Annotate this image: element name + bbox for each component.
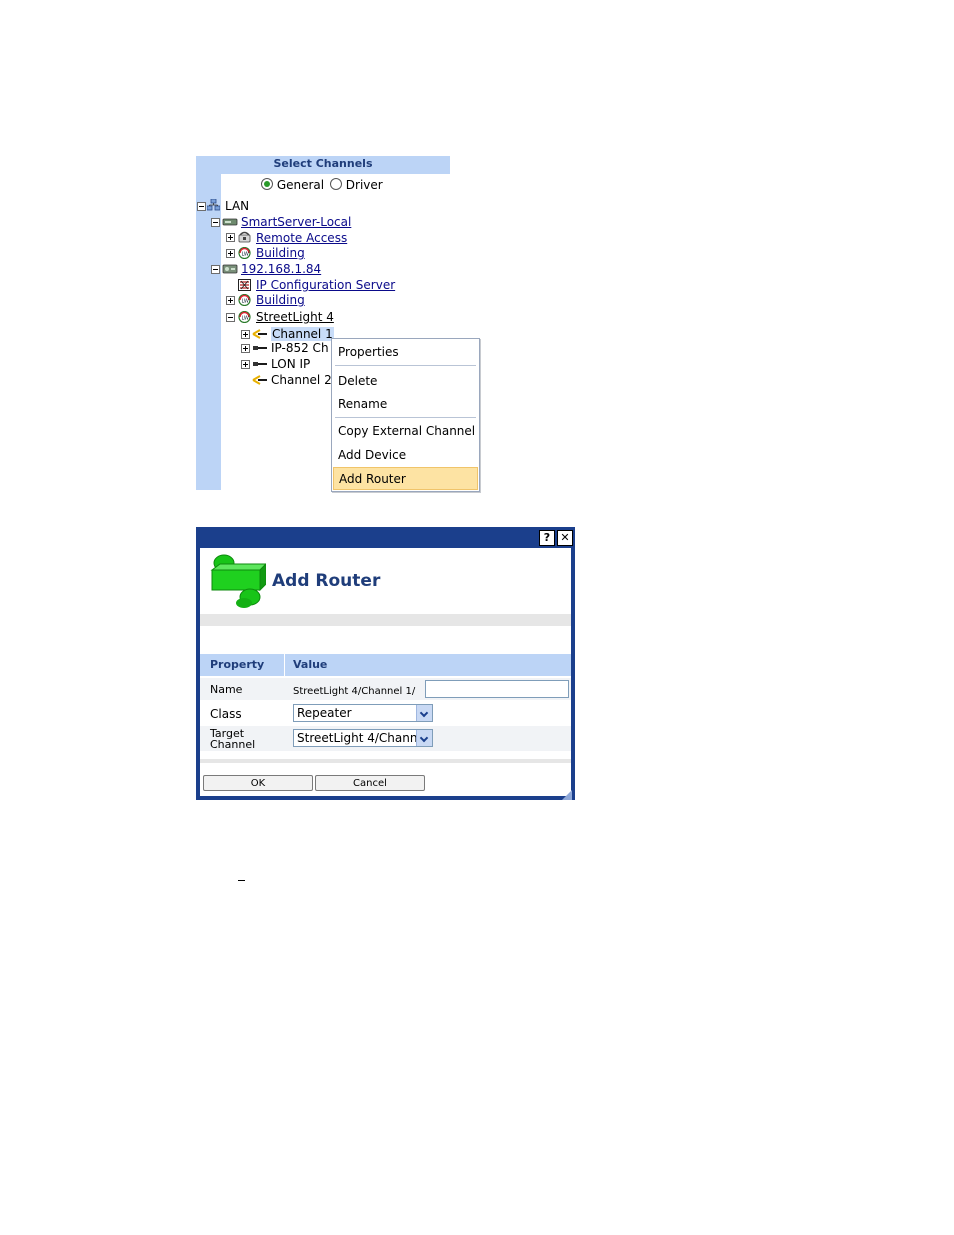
- radio-driver-dot[interactable]: [329, 178, 342, 190]
- class-row: Class Repeater: [200, 701, 571, 725]
- router-channel-icon: [252, 375, 267, 385]
- resize-grip-icon[interactable]: [562, 790, 572, 800]
- radio-general-dot[interactable]: [261, 178, 273, 190]
- tree-node-building-2[interactable]: Building: [256, 292, 305, 308]
- dialog-title: Add Router: [272, 571, 381, 591]
- tree-node-streetlight-4[interactable]: StreetLight 4: [256, 309, 334, 325]
- tree-label-ip-node: 192.168.1.84: [241, 262, 322, 276]
- radio-general[interactable]: General: [261, 178, 324, 192]
- column-property: Property: [210, 658, 265, 671]
- tree-node-ip852-channel[interactable]: IP-852 Ch: [271, 340, 329, 356]
- server-icon: [222, 218, 238, 226]
- tree-node-channel-2[interactable]: Channel 2: [271, 372, 332, 388]
- chevron-down-icon[interactable]: [416, 705, 432, 721]
- collapse-lan-toggle[interactable]: [197, 202, 206, 211]
- column-value: Value: [293, 658, 328, 671]
- menu-item-delete[interactable]: Delete: [333, 370, 478, 392]
- tree-label-streetlight: StreetLight 4: [256, 310, 334, 324]
- radio-driver[interactable]: Driver: [329, 178, 383, 192]
- router-channel-icon: [252, 329, 267, 339]
- svg-text:LW: LW: [242, 316, 249, 322]
- cancel-button[interactable]: Cancel: [315, 775, 425, 791]
- name-input[interactable]: [425, 680, 569, 698]
- tree-label-lon-ip: LON IP: [271, 357, 311, 371]
- phone-icon: [238, 231, 251, 243]
- lonworks-icon: LW: [238, 311, 251, 323]
- target-label-line2: Channel: [210, 738, 256, 751]
- property-table-header: Property Value: [200, 654, 571, 676]
- menu-item-add-device[interactable]: Add Device: [333, 444, 478, 466]
- menu-separator: [335, 417, 476, 418]
- lonworks-icon: LW: [238, 247, 251, 259]
- footer-divider: [200, 759, 571, 763]
- collapse-ip-node-toggle[interactable]: [211, 265, 220, 274]
- name-label: Name: [210, 683, 243, 696]
- router-logo-icon: [210, 554, 266, 608]
- chevron-down-icon[interactable]: [416, 730, 432, 746]
- tree-node-remote-access[interactable]: Remote Access: [256, 230, 347, 246]
- menu-item-properties[interactable]: Properties: [333, 341, 478, 363]
- tree-label-lan: LAN: [225, 199, 250, 213]
- underscore-mark: [238, 880, 245, 881]
- radio-driver-label: Driver: [345, 178, 383, 192]
- target-channel-row: Target Channel StreetLight 4/Channel: [200, 726, 571, 751]
- divider-band: [200, 614, 571, 626]
- class-select[interactable]: Repeater: [293, 704, 433, 722]
- tree-node-smartserver-local[interactable]: SmartServer-Local: [241, 214, 351, 230]
- collapse-streetlight-toggle[interactable]: [226, 313, 235, 322]
- context-menu: Properties Delete Rename Copy External C…: [331, 338, 480, 492]
- class-label: Class: [210, 707, 242, 721]
- expand-ip852-toggle[interactable]: [241, 344, 250, 353]
- name-row: Name StreetLight 4/Channel 1/: [200, 678, 571, 700]
- close-button[interactable]: ✕: [557, 530, 573, 546]
- tree-node-lon-ip[interactable]: LON IP: [271, 356, 310, 372]
- expand-building-2-toggle[interactable]: [226, 296, 235, 305]
- panel-title: Select Channels: [196, 156, 450, 174]
- tree-label-remote-access: Remote Access: [256, 231, 348, 245]
- tree-node-lan[interactable]: LAN: [225, 198, 249, 214]
- expand-channel-1-toggle[interactable]: [241, 330, 250, 339]
- lonworks-icon: LW: [238, 294, 251, 306]
- svg-text:LW: LW: [242, 299, 249, 305]
- network-icon: [207, 199, 220, 211]
- expand-lon-ip-toggle[interactable]: [241, 360, 250, 369]
- radio-general-label: General: [276, 178, 325, 192]
- menu-item-rename[interactable]: Rename: [333, 393, 478, 415]
- collapse-smartserver-toggle[interactable]: [211, 218, 220, 227]
- target-channel-select[interactable]: StreetLight 4/Channel: [293, 729, 433, 747]
- tree-node-building-1[interactable]: Building: [256, 245, 305, 261]
- tree-label-smartserver-local: SmartServer-Local: [241, 215, 352, 229]
- menu-separator: [335, 365, 476, 366]
- tree-label-channel-1: Channel 1: [271, 327, 334, 341]
- expand-building-1-toggle[interactable]: [226, 249, 235, 258]
- tree-label-building-2: Building: [256, 293, 305, 307]
- ip-server-icon: [222, 264, 238, 274]
- name-prefix: StreetLight 4/Channel 1/: [293, 686, 416, 697]
- tree-label-building-1: Building: [256, 246, 305, 260]
- config-server-icon: [238, 279, 251, 291]
- menu-item-copy-external-channel[interactable]: Copy External Channel: [333, 420, 478, 442]
- tree-label-ip-config-server: IP Configuration Server: [256, 278, 396, 292]
- ok-button[interactable]: OK: [203, 775, 313, 791]
- target-channel-value: StreetLight 4/Channel: [297, 731, 429, 745]
- tree-label-ip852: IP-852 Ch: [271, 341, 329, 355]
- help-button[interactable]: ?: [539, 530, 555, 546]
- expand-remote-access-toggle[interactable]: [226, 233, 235, 242]
- connector-icon: [253, 346, 267, 350]
- tree-label-channel-2: Channel 2: [271, 373, 332, 387]
- dialog-body: Add Router Property Value Name StreetLig…: [200, 548, 571, 796]
- view-mode-radios: General Driver: [261, 178, 383, 192]
- add-router-dialog: ? ✕ Add Router Property Value Name Stree…: [196, 527, 575, 800]
- connector-icon: [253, 362, 267, 366]
- menu-item-add-router[interactable]: Add Router: [333, 467, 478, 490]
- svg-text:LW: LW: [242, 252, 249, 258]
- tree-node-ip-configuration-server[interactable]: IP Configuration Server: [256, 277, 395, 293]
- class-select-value: Repeater: [297, 706, 352, 720]
- tree-node-ip-192-168-1-84[interactable]: 192.168.1.84: [241, 261, 321, 277]
